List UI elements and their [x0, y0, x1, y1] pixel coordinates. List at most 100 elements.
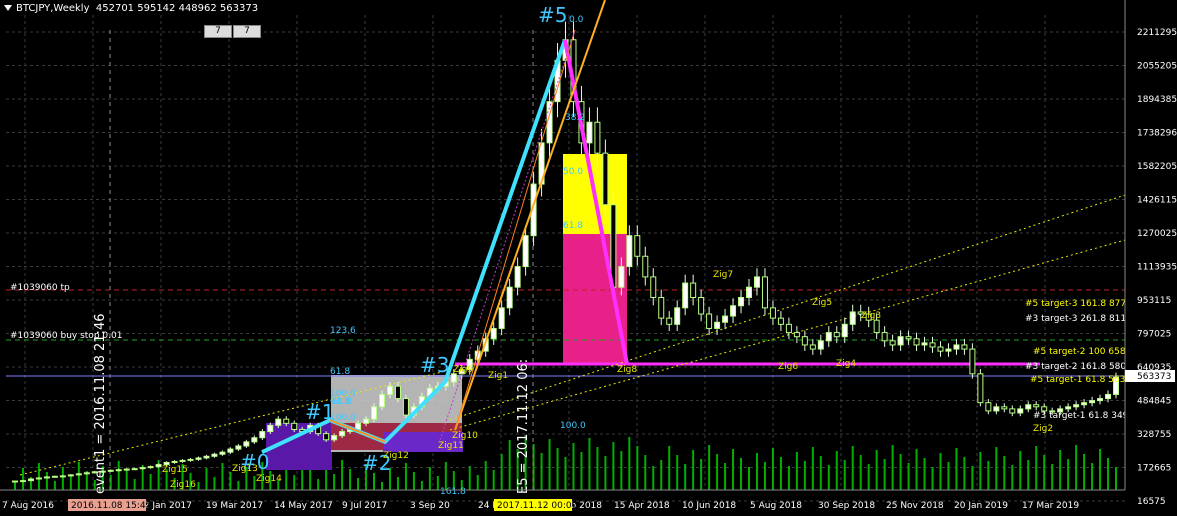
volume-bar	[819, 456, 822, 490]
volume-bar	[851, 446, 854, 490]
zigzag-label: Zig3	[861, 311, 881, 321]
candle	[155, 464, 162, 468]
volume-bar	[779, 457, 782, 490]
date-highlight-label: 2017.11.12 00:00	[497, 501, 578, 511]
candle	[769, 307, 776, 319]
volume-bar	[979, 452, 982, 490]
price-tick-label: 328755	[1137, 430, 1171, 440]
event-label: event1 = 2016.11.08 21:46	[93, 314, 108, 494]
price-chart[interactable]: #0#1#2#3#5Zig14Zig13Zig12Zig11Zig10Zig9 Z…	[0, 0, 1177, 516]
price-tick-label: 484845	[1137, 397, 1171, 407]
volume-bar	[444, 462, 447, 490]
volume-bar	[963, 457, 966, 490]
volume-bar	[37, 463, 40, 490]
volume-bar	[548, 439, 551, 490]
volume-bar	[684, 464, 687, 490]
zigzag-label: Zig8	[617, 365, 637, 375]
price-tick-label: 953115	[1137, 296, 1171, 306]
candle	[131, 468, 138, 471]
volume-bar	[716, 454, 719, 490]
chart-window: #0 #1 #2 #3 #5 Zig14 Zig13 Zig12 Zig11 Zig10 Zig9 Z…	[0, 0, 1177, 516]
volume-bar	[221, 463, 224, 490]
candle	[586, 121, 593, 144]
candle	[227, 448, 234, 453]
volume-bar	[373, 473, 376, 490]
volume-bar	[724, 463, 727, 490]
zigzag-label: Zig9	[453, 365, 473, 375]
candle	[1081, 402, 1088, 406]
volume-bar	[69, 476, 72, 490]
volume-bar	[732, 449, 735, 490]
volume-bar	[428, 467, 431, 490]
volume-bar	[1059, 450, 1062, 490]
volume-bar	[923, 458, 926, 490]
volume-bar	[341, 460, 344, 490]
candle	[107, 469, 114, 472]
date-tick-label: 25 Nov 2018	[886, 501, 944, 511]
volume-bar	[133, 479, 136, 490]
volume-bar	[771, 448, 774, 490]
candle	[371, 406, 378, 420]
candle	[83, 472, 90, 475]
date-tick-label: 7 Aug 2016	[2, 501, 54, 511]
volume-bar	[508, 440, 511, 490]
volume-bar	[692, 450, 695, 490]
volume-bar	[915, 449, 918, 490]
candle	[977, 373, 984, 404]
volume-bar	[955, 448, 958, 490]
candle	[793, 332, 800, 338]
fib-label: 123.6	[330, 326, 356, 336]
price-tick-label: 1426115	[1137, 196, 1177, 206]
candle	[331, 435, 338, 441]
zigzag-label: Zig13	[232, 464, 258, 474]
price-tick-label: 1270025	[1137, 229, 1177, 239]
candle	[323, 433, 330, 441]
period-button-1[interactable]: 7	[204, 25, 232, 38]
date-tick-label: 17 Mar 2019	[1022, 501, 1079, 511]
volume-bar	[564, 457, 567, 490]
fib-label: 50.0	[563, 167, 583, 177]
candle	[267, 424, 274, 433]
tp-label: #1039060 tp	[10, 283, 70, 293]
period-button-2[interactable]: 7	[233, 25, 261, 38]
volume-bar	[787, 466, 790, 490]
volume-bar	[700, 459, 703, 490]
trend-line	[449, 194, 1126, 421]
dropdown-arrow-icon[interactable]	[4, 5, 12, 11]
wave-label: #5	[538, 3, 567, 27]
date-highlight-label: 2016.11.08 15:45	[71, 501, 151, 511]
candle	[761, 276, 768, 309]
volume-bar	[596, 447, 599, 490]
volume-bar	[1107, 458, 1110, 490]
symbol-label: BTCJPY,Weekly	[16, 3, 90, 14]
volume-bar	[149, 474, 152, 490]
candle	[75, 473, 82, 476]
volume-bar	[652, 466, 655, 490]
candle	[203, 455, 210, 459]
candle	[881, 332, 888, 342]
volume-bar	[971, 466, 974, 490]
candle	[801, 336, 808, 346]
volume-bar	[1051, 464, 1054, 490]
volume-bar	[995, 447, 998, 490]
price-tick-label: 797025	[1137, 330, 1171, 340]
volume-bar	[125, 470, 128, 490]
volume-bar	[843, 460, 846, 490]
zigzag-label: Zig5	[812, 298, 832, 308]
candle	[243, 441, 250, 447]
volume-bar	[668, 446, 671, 490]
volume-bar	[947, 462, 950, 490]
volume-bar	[484, 461, 487, 490]
candle	[929, 342, 936, 348]
volume-bar	[803, 461, 806, 490]
candle	[123, 468, 130, 471]
volume-bar	[420, 481, 423, 490]
candle	[51, 475, 58, 478]
candle	[506, 286, 513, 309]
zigzag-label: Zig7	[713, 270, 733, 280]
price-tick-label: 2211295	[1137, 28, 1177, 38]
candle	[11, 480, 18, 483]
volume-bar	[588, 438, 591, 490]
volume-bar	[333, 474, 336, 490]
candle	[833, 332, 840, 338]
